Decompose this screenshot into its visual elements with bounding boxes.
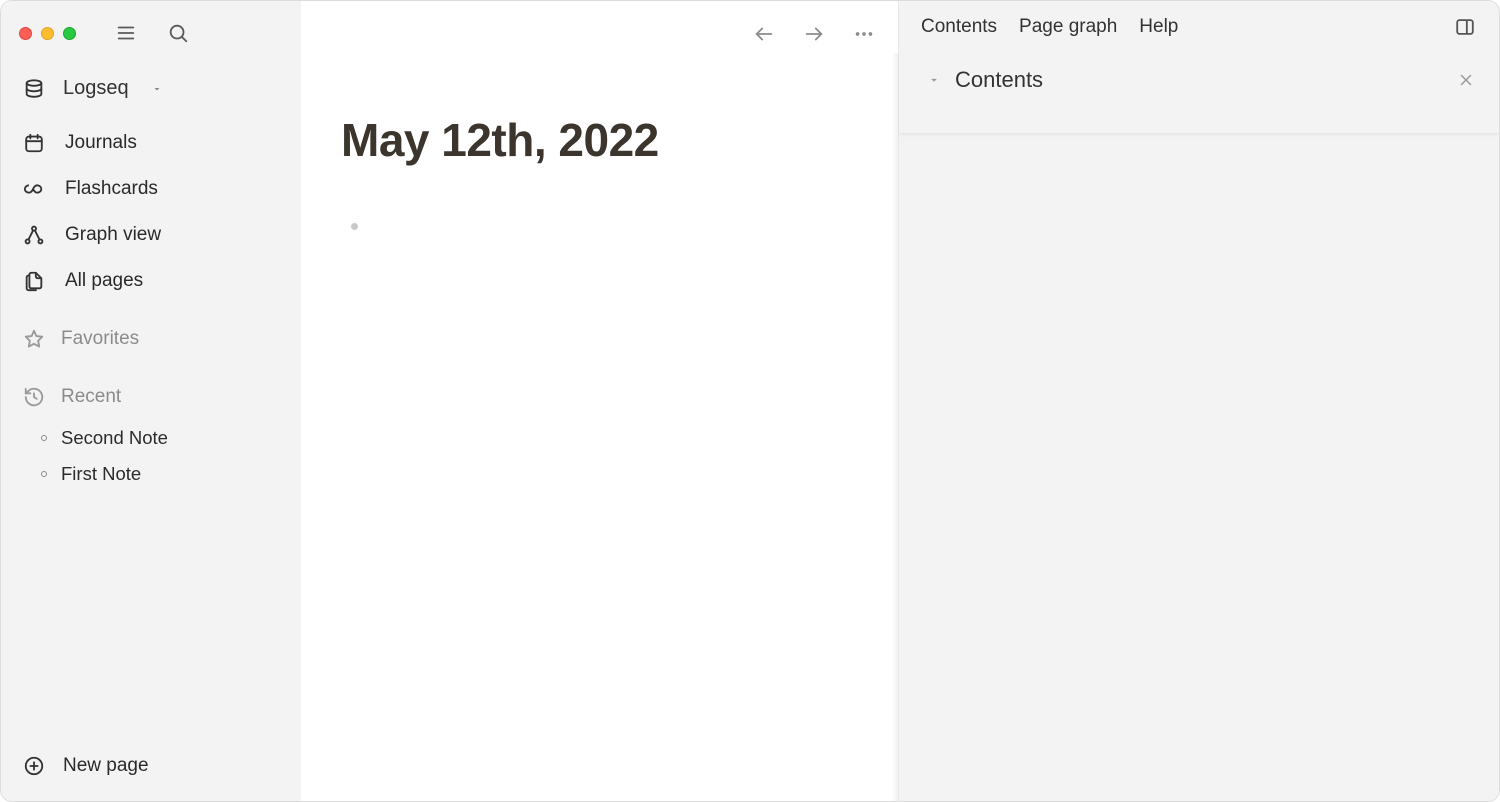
nav-label: Graph view: [65, 224, 161, 246]
window-controls: [19, 27, 76, 40]
scroll-shadow: [892, 53, 898, 801]
pages-icon: [23, 270, 45, 292]
panel-header: Contents: [927, 67, 1475, 93]
back-button[interactable]: [750, 20, 778, 48]
nav-all-pages[interactable]: All pages: [1, 258, 301, 304]
top-icons: [114, 21, 190, 45]
recent-item[interactable]: Second Note: [41, 420, 301, 456]
forward-button[interactable]: [800, 20, 828, 48]
close-window-button[interactable]: [19, 27, 32, 40]
minimize-window-button[interactable]: [41, 27, 54, 40]
history-icon: [23, 386, 45, 408]
tab-contents[interactable]: Contents: [921, 16, 997, 38]
left-sidebar: Logseq Journals Flashcards: [1, 1, 301, 801]
menu-icon[interactable]: [114, 21, 138, 45]
infinity-icon: [23, 178, 45, 200]
search-icon[interactable]: [166, 21, 190, 45]
nav-label: All pages: [65, 270, 143, 292]
bullet-icon: [41, 471, 47, 477]
database-icon: [23, 78, 45, 100]
star-icon: [23, 328, 45, 350]
tab-help[interactable]: Help: [1139, 16, 1178, 38]
favorites-section[interactable]: Favorites: [1, 310, 301, 356]
close-panel-button[interactable]: [1457, 71, 1475, 89]
recent-item[interactable]: First Note: [41, 456, 301, 492]
recent-item-label: Second Note: [61, 427, 168, 449]
recent-list: Second Note First Note: [1, 414, 301, 492]
toggle-right-sidebar-icon[interactable]: [1453, 15, 1477, 39]
new-page-button[interactable]: New page: [1, 737, 301, 801]
right-sidebar: Contents Page graph Help Contents: [898, 1, 1499, 801]
nav-label: Flashcards: [65, 178, 158, 200]
calendar-icon: [23, 132, 45, 154]
nav-journals[interactable]: Journals: [1, 120, 301, 166]
nav-label: Journals: [65, 132, 137, 154]
graph-selector[interactable]: Logseq: [1, 63, 301, 114]
chevron-down-icon: [151, 83, 163, 95]
titlebar: [1, 11, 301, 63]
nav-flashcards[interactable]: Flashcards: [1, 166, 301, 212]
main-content: May 12th, 2022: [301, 1, 898, 801]
bullet-icon: [41, 435, 47, 441]
nav-graph-view[interactable]: Graph view: [1, 212, 301, 258]
page-title[interactable]: May 12th, 2022: [341, 113, 858, 167]
contents-panel: Contents: [899, 49, 1499, 133]
recent-label: Recent: [61, 386, 121, 408]
graph-name: Logseq: [63, 77, 129, 100]
empty-block[interactable]: [341, 223, 858, 230]
nav-list: Journals Flashcards Graph view All pages: [1, 114, 301, 310]
main-toolbar: [301, 1, 898, 53]
favorites-label: Favorites: [61, 328, 139, 350]
graph-icon: [23, 224, 45, 246]
panel-title[interactable]: Contents: [955, 67, 1043, 93]
app-window: Logseq Journals Flashcards: [1, 1, 1499, 801]
tab-page-graph[interactable]: Page graph: [1019, 16, 1117, 38]
plus-circle-icon: [23, 755, 45, 777]
page-content: May 12th, 2022: [301, 53, 898, 230]
maximize-window-button[interactable]: [63, 27, 76, 40]
new-page-label: New page: [63, 755, 149, 777]
recent-section[interactable]: Recent: [1, 356, 301, 414]
recent-item-label: First Note: [61, 463, 141, 485]
more-menu-button[interactable]: [850, 20, 878, 48]
bullet-icon: [351, 223, 358, 230]
collapse-caret-icon[interactable]: [927, 73, 941, 87]
right-tabs: Contents Page graph Help: [899, 1, 1499, 49]
